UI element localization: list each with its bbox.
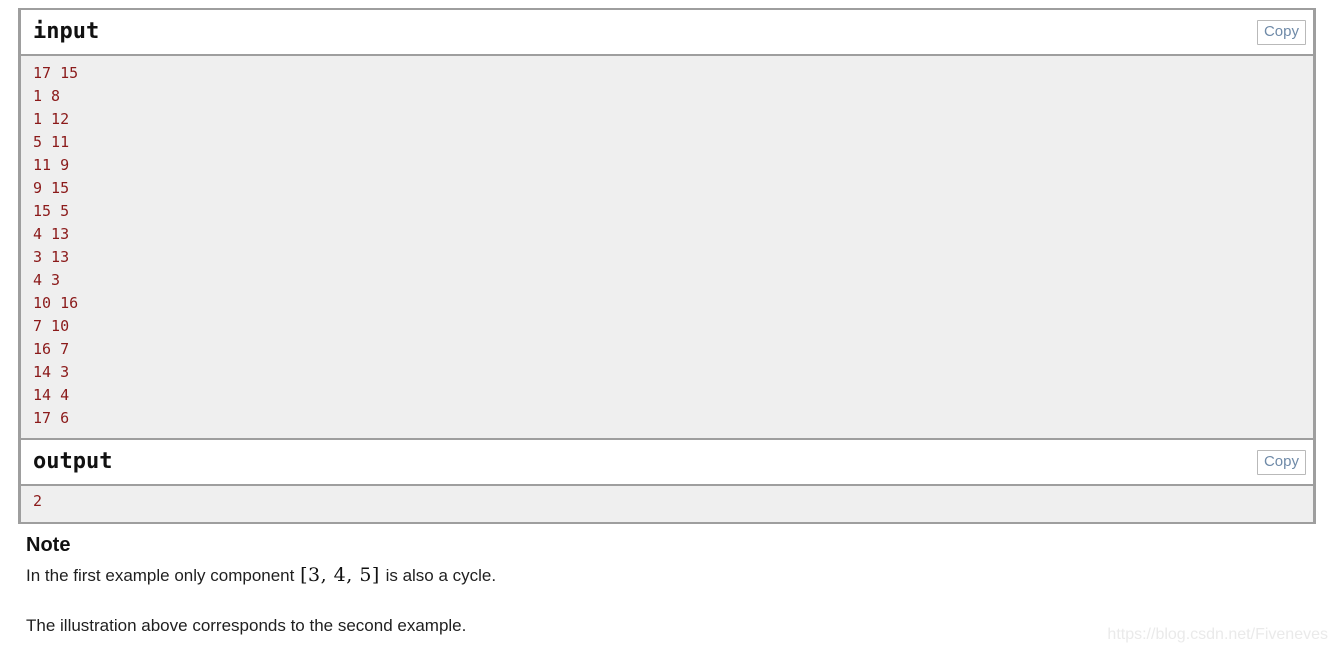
output-body: 2 — [21, 486, 1313, 522]
problem-statement-page: input Copy 17 15 1 8 1 12 5 11 11 9 9 15… — [0, 0, 1334, 653]
output-title: output — [33, 449, 113, 474]
note-heading: Note — [26, 534, 71, 556]
note-section: Note In the first example only component… — [26, 533, 1306, 637]
sample-tests-container: input Copy 17 15 1 8 1 12 5 11 11 9 9 15… — [18, 8, 1316, 524]
input-title: input — [33, 19, 100, 44]
note-text-before-math: In the first example only component — [26, 566, 300, 585]
output-text[interactable]: 2 — [21, 490, 1313, 513]
input-header: input Copy — [21, 10, 1313, 56]
watermark-url: https://blog.csdn.net/Fiveneves — [1107, 626, 1328, 643]
input-body: 17 15 1 8 1 12 5 11 11 9 9 15 15 5 4 13 … — [21, 56, 1313, 440]
note-text-after-math: is also a cycle. — [380, 566, 497, 585]
copy-output-button[interactable]: Copy — [1256, 450, 1306, 475]
copy-input-button[interactable]: Copy — [1256, 20, 1306, 45]
note-paragraph-first: In the first example only component [3, … — [26, 564, 1306, 587]
output-header: output Copy — [21, 440, 1313, 486]
math-component-set: [3, 4, 5] — [300, 564, 380, 586]
input-text[interactable]: 17 15 1 8 1 12 5 11 11 9 9 15 15 5 4 13 … — [21, 62, 1313, 430]
